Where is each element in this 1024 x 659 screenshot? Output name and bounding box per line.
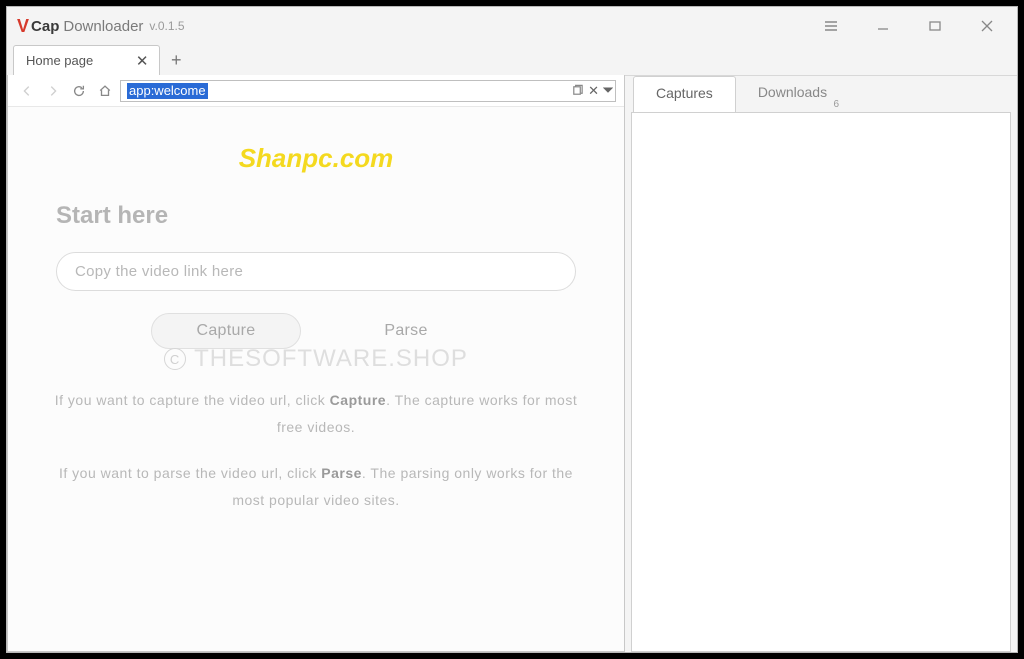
nav-forward-button[interactable]: [42, 80, 64, 102]
close-button[interactable]: [967, 11, 1007, 41]
video-link-input[interactable]: Copy the video link here: [56, 252, 576, 291]
close-icon: [979, 18, 995, 34]
app-version: v.0.1.5: [149, 19, 184, 33]
help2-pre: If you want to parse the video url, clic…: [59, 465, 321, 481]
help2-bold: Parse: [321, 465, 362, 481]
new-tab-button[interactable]: +: [162, 45, 190, 75]
parse-button[interactable]: Parse: [331, 313, 481, 349]
minimize-button[interactable]: [863, 11, 903, 41]
downloads-count-badge: 6: [834, 99, 840, 110]
brand-watermark: Shanpc.com: [48, 143, 584, 174]
arrow-left-icon: [20, 84, 34, 98]
menu-button[interactable]: [811, 11, 851, 41]
home-icon: [98, 84, 112, 98]
nav-back-button[interactable]: [16, 80, 38, 102]
maximize-icon: [927, 18, 943, 34]
logo-downloader: Downloader: [63, 18, 143, 35]
tab-captures[interactable]: Captures: [633, 76, 736, 112]
window-controls: [811, 11, 1007, 41]
shop-watermark: C THESOFTWARE.SHOP: [8, 345, 624, 373]
browser-panel: app:welcome ✕ Shanpc.com Start he: [7, 75, 625, 652]
side-tabs: Captures Downloads 6: [625, 76, 1017, 112]
tab-close-button[interactable]: ✕: [133, 52, 151, 70]
app-window: VCap Downloader v.0.1.5 Home page ✕ +: [6, 6, 1018, 653]
tab-downloads[interactable]: Downloads 6: [736, 76, 849, 112]
logo-v: V: [17, 16, 29, 37]
start-heading: Start here: [56, 202, 584, 230]
maximize-button[interactable]: [915, 11, 955, 41]
titlebar: VCap Downloader v.0.1.5: [7, 7, 1017, 45]
tab-home[interactable]: Home page ✕: [13, 45, 160, 75]
address-controls: ✕: [570, 83, 613, 99]
tab-downloads-label: Downloads: [758, 84, 827, 100]
address-bar[interactable]: app:welcome ✕: [120, 80, 616, 102]
tab-captures-label: Captures: [656, 85, 713, 101]
copy-icon[interactable]: [570, 84, 584, 98]
nav-reload-button[interactable]: [68, 80, 90, 102]
nav-home-button[interactable]: [94, 80, 116, 102]
help-text: If you want to capture the video url, cl…: [48, 387, 584, 513]
logo-cap: Cap: [31, 18, 59, 35]
shop-watermark-text: THESOFTWARE.SHOP: [194, 345, 468, 373]
minimize-icon: [875, 18, 891, 34]
reload-icon: [72, 84, 86, 98]
address-text: app:welcome: [127, 83, 208, 99]
capture-button[interactable]: Capture: [151, 313, 301, 349]
main-area: app:welcome ✕ Shanpc.com Start he: [7, 75, 1017, 652]
address-clear-button[interactable]: ✕: [588, 83, 599, 99]
side-panel: Captures Downloads 6: [625, 75, 1017, 652]
side-panel-body: [631, 112, 1011, 652]
address-dropdown-button[interactable]: [603, 84, 613, 98]
arrow-right-icon: [46, 84, 60, 98]
app-logo: VCap Downloader: [17, 16, 143, 37]
help1-pre: If you want to capture the video url, cl…: [55, 392, 330, 408]
action-button-row: Capture Parse: [48, 313, 584, 349]
browser-nav-row: app:welcome ✕: [8, 75, 624, 107]
hamburger-icon: [823, 18, 839, 34]
browser-tabs-row: Home page ✕ +: [7, 45, 1017, 75]
help1-bold: Capture: [330, 392, 386, 408]
copyright-icon: C: [164, 348, 186, 370]
welcome-content: Shanpc.com Start here Copy the video lin…: [8, 107, 624, 651]
tab-label: Home page: [26, 53, 93, 68]
